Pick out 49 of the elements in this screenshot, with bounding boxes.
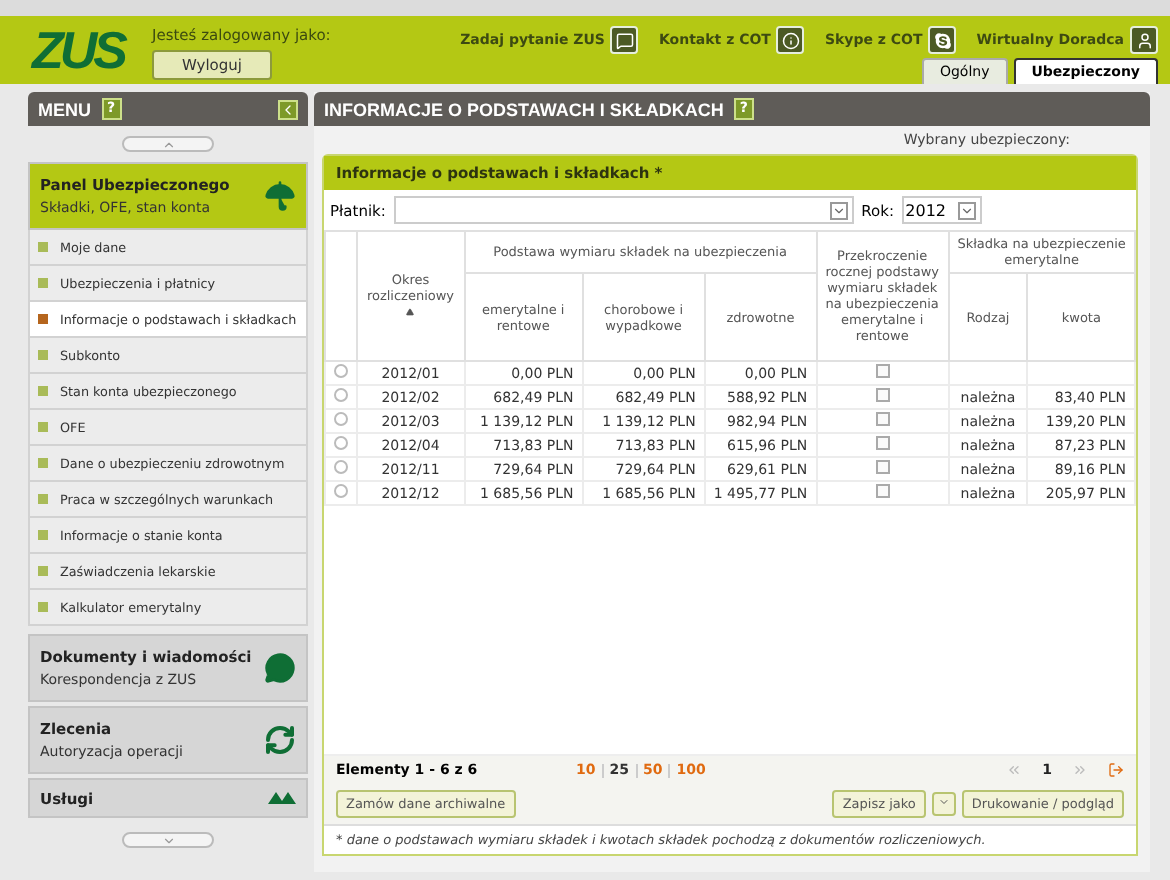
first-page-icon[interactable] bbox=[1006, 762, 1023, 778]
row-radio[interactable] bbox=[334, 484, 348, 498]
checkbox[interactable] bbox=[875, 388, 890, 402]
scroll-down-button[interactable] bbox=[122, 832, 214, 848]
bullet-icon bbox=[38, 494, 48, 504]
dropdown-button[interactable] bbox=[931, 792, 956, 816]
row-radio[interactable] bbox=[334, 436, 348, 450]
chat-bubble-icon bbox=[610, 26, 639, 54]
s-logo-icon bbox=[928, 26, 957, 54]
row-radio[interactable] bbox=[334, 412, 348, 426]
person-icon bbox=[1130, 26, 1158, 54]
row-radio[interactable] bbox=[334, 388, 348, 402]
last-page-icon[interactable] bbox=[1072, 762, 1088, 778]
caret-icon bbox=[958, 201, 976, 219]
caret-icon bbox=[937, 796, 950, 808]
bullet-icon bbox=[38, 314, 48, 324]
bullet-icon bbox=[38, 458, 48, 468]
export-icon[interactable] bbox=[1108, 762, 1124, 778]
checkbox[interactable] bbox=[875, 364, 890, 378]
page-title: INFORMACJE O PODSTAWACH I SKŁADKACH bbox=[324, 99, 724, 119]
sort-icon bbox=[406, 308, 415, 316]
caret-icon bbox=[829, 201, 848, 219]
bullet-icon bbox=[38, 602, 48, 612]
bullet-icon bbox=[38, 242, 48, 252]
bullet-icon bbox=[38, 530, 48, 540]
checkbox[interactable] bbox=[875, 460, 890, 474]
bullet-icon bbox=[38, 566, 48, 576]
logo: ZUS bbox=[32, 20, 124, 84]
bullet-icon bbox=[38, 278, 48, 288]
row-radio[interactable] bbox=[334, 460, 348, 474]
checkbox[interactable] bbox=[875, 484, 890, 498]
umbrella-icon bbox=[264, 180, 296, 212]
refresh-icon bbox=[264, 724, 296, 756]
checkbox[interactable] bbox=[875, 412, 890, 426]
year-select[interactable]: 2012 bbox=[902, 196, 982, 224]
bullet-icon bbox=[38, 350, 48, 360]
payer-select[interactable] bbox=[393, 196, 854, 224]
row-radio[interactable] bbox=[334, 364, 348, 378]
scroll-up-button[interactable] bbox=[122, 136, 214, 152]
speech-bubble-icon bbox=[264, 652, 296, 684]
chevron-down-icon bbox=[161, 833, 175, 847]
info-icon bbox=[776, 26, 805, 54]
collapse-icon[interactable] bbox=[278, 99, 298, 119]
checkbox[interactable] bbox=[875, 436, 890, 450]
chevron-up-icon bbox=[161, 137, 175, 151]
bullet-icon bbox=[38, 386, 48, 396]
menu-title: MENU bbox=[38, 99, 91, 119]
arrows-icon bbox=[268, 788, 296, 808]
bullet-icon bbox=[38, 422, 48, 432]
